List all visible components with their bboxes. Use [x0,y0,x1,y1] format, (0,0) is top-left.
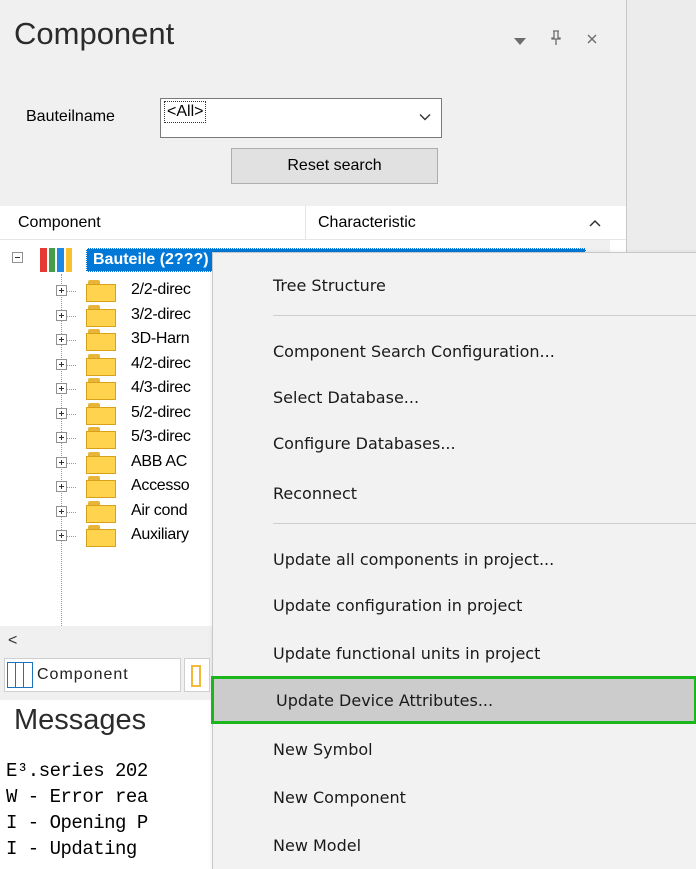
filter-label: Bauteilname [26,108,115,125]
scroll-up-icon[interactable] [588,217,602,229]
menu-item-reconnect[interactable]: Reconnect [213,471,696,515]
tree-node-label: 5/2-direc [131,403,191,421]
expand-icon[interactable] [56,383,67,394]
database-icon [40,248,72,272]
menu-item-update-device-attributes[interactable]: Update Device Attributes... [211,676,696,724]
tree-node-label: Accesso [131,477,190,494]
messages-title: Messages [14,704,147,736]
database-icon-bar [57,248,64,272]
expand-icon[interactable] [56,334,67,345]
tree-node[interactable]: 3D-Harn [0,329,240,351]
menu-item-update-functional-units[interactable]: Update functional units in project [213,631,696,675]
tree-node-label: 2/2-direc [131,281,191,298]
tree-node[interactable]: Accesso [0,476,240,498]
tree-node-label: ABB AC [131,452,188,470]
folder-icon [86,525,116,547]
tab-secondary[interactable] [184,658,210,692]
menu-item-new-symbol[interactable]: New Symbol [213,727,696,771]
tab-component-label: Component [37,666,129,683]
reset-search-button[interactable]: Reset search [231,148,438,184]
database-icon-bar [40,248,47,272]
message-line: W - Error rea [6,786,148,808]
expand-icon[interactable] [56,505,67,517]
expand-icon[interactable] [56,481,67,492]
database-icon-bar [65,248,72,272]
menu-item-update-configuration[interactable]: Update configuration in project [213,583,696,627]
tree-node-label: 3D-Harn [131,330,190,347]
panel-title: Component [14,16,175,51]
folder-icon [86,427,116,449]
folder-icon [86,476,116,498]
menu-item-update-all-components[interactable]: Update all components in project... [213,537,696,581]
folder-icon [86,280,116,302]
folder-icon [86,329,116,351]
chevron-down-icon [419,114,431,121]
folder-icon [86,402,116,425]
tree-node-label: 4/2-direc [131,354,191,372]
folder-icon [86,353,116,376]
tree-node-label: 3/2-direc [131,305,191,323]
menu-item-tree-structure[interactable]: Tree Structure [213,263,696,307]
context-menu: Tree Structure Component Search Configur… [211,252,696,869]
folder-tab-icon [191,665,201,687]
database-icon-bar [48,248,55,272]
menu-separator [273,315,696,316]
tree-node[interactable]: 5/3-direc [0,427,240,449]
message-line: I - Updating [6,838,137,860]
menu-item-new-component[interactable]: New Component [213,775,696,819]
expand-icon[interactable] [56,530,67,541]
expand-icon[interactable] [56,309,67,321]
tree-node[interactable]: 4/3-direc [0,378,240,400]
expand-icon[interactable] [56,456,67,468]
tree-node[interactable]: Air cond [0,500,240,523]
tree-guide-line [61,274,62,626]
tree-node-label: Auxiliary [131,526,189,543]
triangle-down-icon [514,37,526,45]
expand-icon[interactable] [56,407,67,419]
pin-icon[interactable] [548,30,564,50]
tree-node-label: Air cond [131,501,188,519]
tree-node-label: 5/3-direc [131,428,191,445]
column-component[interactable]: Component [18,214,101,232]
tree-column-header: Component Characteristic [0,206,626,240]
bauteilname-select[interactable]: <All> [160,98,442,138]
message-line: I - Opening P [6,812,148,834]
folder-icon [86,378,116,400]
menu-item-new-model[interactable]: New Model [213,823,696,867]
menu-separator [273,523,696,524]
folder-icon [86,500,116,523]
tree-node[interactable]: 3/2-direc [0,304,240,327]
tree-node-label: 4/3-direc [131,379,191,396]
expand-icon[interactable] [56,432,67,443]
expand-icon[interactable] [56,358,67,370]
menu-item-component-search-configuration[interactable]: Component Search Configuration... [213,329,696,373]
tree-node[interactable]: 5/2-direc [0,402,240,425]
tree-node[interactable]: 4/2-direc [0,353,240,376]
menu-item-configure-databases[interactable]: Configure Databases... [213,421,696,465]
horizontal-scrollbar[interactable]: < [0,626,220,656]
tree-node[interactable]: ABB AC [0,451,240,474]
tree-node[interactable]: Auxiliary [0,525,240,547]
bauteilname-select-value: <All> [164,101,207,123]
message-line: E³.series 202 [6,760,148,782]
close-icon[interactable] [584,32,600,49]
tab-component[interactable]: Component [4,658,181,692]
scroll-left-icon[interactable]: < [8,632,17,650]
panel-options-button[interactable] [512,32,528,49]
tree-node[interactable]: 2/2-direc [0,280,240,302]
column-divider[interactable] [305,206,306,240]
folder-icon [86,451,116,474]
collapse-icon[interactable] [12,252,23,263]
menu-item-select-database[interactable]: Select Database... [213,375,696,419]
panel-title-controls [512,30,600,50]
component-tab-icon [7,662,33,688]
column-characteristic[interactable]: Characteristic [318,214,416,232]
expand-icon[interactable] [56,285,67,296]
folder-icon [86,304,116,327]
